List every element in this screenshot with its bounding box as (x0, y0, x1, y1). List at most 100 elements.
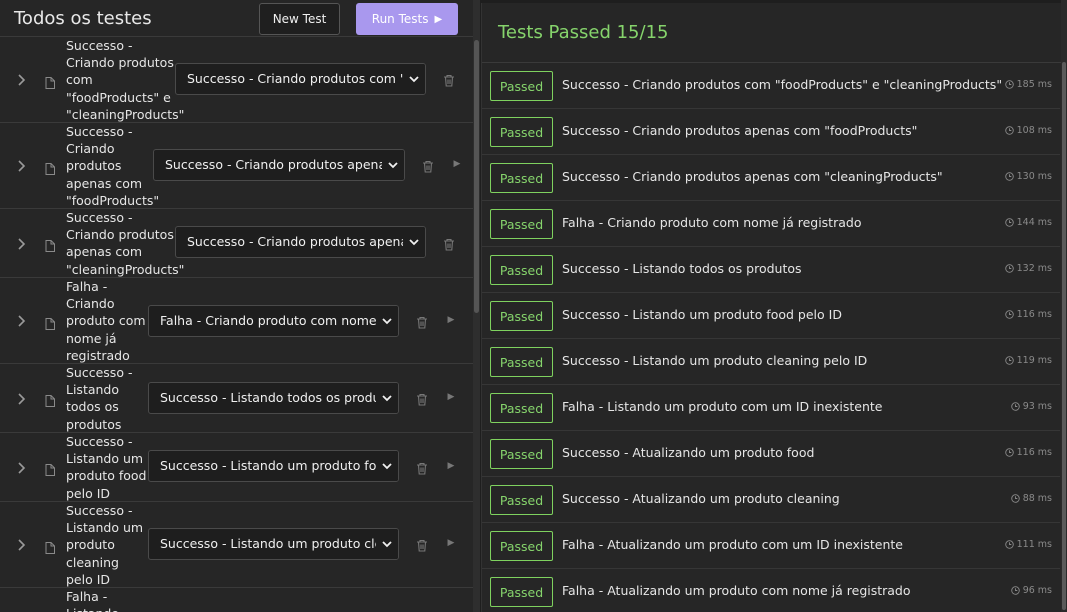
play-icon[interactable]: ▶ (446, 460, 456, 472)
test-name: Falha - Listando (66, 589, 119, 612)
play-icon[interactable]: ▶ (446, 537, 456, 549)
result-time: 185 ms (1004, 79, 1052, 90)
trash-icon[interactable] (443, 236, 455, 251)
test-select[interactable]: Falha - Criando produto com nome já regi… (148, 305, 399, 337)
clock-icon (1004, 356, 1014, 365)
trash-icon[interactable] (416, 460, 428, 475)
test-rows: Successo - Criando produtos com "foodPro… (0, 37, 474, 612)
file-icon (45, 160, 55, 175)
result-name: Falha - Atualizando um produto com nome … (562, 583, 911, 598)
test-select[interactable]: Successo - Criando produtos apenas com "… (175, 226, 426, 258)
result-row[interactable]: Passed Falha - Criando produto com nome … (482, 201, 1060, 247)
result-time-value: 119 ms (1016, 355, 1052, 366)
passed-badge: Passed (490, 71, 553, 101)
result-time: 132 ms (1004, 263, 1052, 274)
result-name: Successo - Listando um produto food pelo… (562, 307, 842, 322)
chevron-right-icon[interactable] (16, 538, 28, 552)
test-row: Successo - Listando um produto cleaning … (0, 502, 474, 588)
results-title: Tests Passed 15/15 (498, 22, 669, 43)
clock-icon (1010, 586, 1020, 595)
play-icon: ▶ (434, 13, 443, 25)
test-row: Successo - Listando um produto food pelo… (0, 433, 474, 502)
result-time-value: 88 ms (1022, 493, 1052, 504)
play-icon[interactable]: ▶ (452, 158, 462, 170)
trash-icon[interactable] (416, 537, 428, 552)
passed-badge: Passed (490, 577, 553, 607)
result-row[interactable]: Passed Successo - Listando todos os prod… (482, 247, 1060, 293)
result-row[interactable]: Passed Falha - Atualizando um produto co… (482, 523, 1060, 569)
result-row[interactable]: Passed Falha - Atualizando um produto co… (482, 569, 1060, 612)
new-test-button[interactable]: New Test (259, 3, 340, 35)
clock-icon (1004, 218, 1014, 227)
test-name: Successo - Listando um produto food pelo… (66, 434, 147, 501)
test-select-value: Successo - Criando produtos apenas com "… (165, 157, 404, 172)
test-select[interactable]: Successo - Listando um produto food pelo… (148, 450, 399, 482)
result-time-value: 108 ms (1016, 125, 1052, 136)
result-name: Falha - Criando produto com nome já regi… (562, 215, 862, 230)
passed-badge: Passed (490, 439, 553, 469)
test-select-value: Successo - Listando um produto food pelo… (160, 458, 398, 473)
run-tests-button[interactable]: Run Tests ▶ (356, 3, 458, 35)
result-row[interactable]: Passed Successo - Criando produtos apena… (482, 155, 1060, 201)
results-panel: Tests Passed 15/15 Passed Successo - Cri… (481, 3, 1061, 612)
clock-icon (1010, 494, 1020, 503)
chevron-right-icon[interactable] (16, 392, 28, 406)
result-time-value: 93 ms (1022, 401, 1052, 412)
left-scrollbar-thumb[interactable] (474, 40, 479, 313)
result-time-value: 96 ms (1022, 585, 1052, 596)
clock-icon (1004, 172, 1014, 181)
result-time-value: 132 ms (1016, 263, 1052, 274)
passed-badge: Passed (490, 209, 553, 239)
clock-icon (1004, 264, 1014, 273)
chevron-right-icon[interactable] (16, 461, 28, 475)
chevron-down-icon (376, 306, 398, 336)
trash-icon[interactable] (422, 158, 434, 173)
clock-icon (1004, 126, 1014, 135)
passed-badge: Passed (490, 531, 553, 561)
test-select[interactable]: Successo - Criando produtos apenas com "… (153, 149, 405, 181)
chevron-right-icon[interactable] (16, 314, 28, 328)
test-select[interactable]: Successo - Listando todos os produtos (148, 382, 399, 414)
result-row[interactable]: Passed Successo - Atualizando um produto… (482, 477, 1060, 523)
test-row: Successo - Listando todos os produtos Su… (0, 364, 474, 433)
result-name: Successo - Criando produtos com "foodPro… (562, 77, 1003, 92)
result-time: 111 ms (1004, 539, 1052, 550)
result-time: 144 ms (1004, 217, 1052, 228)
result-name: Successo - Criando produtos apenas com "… (562, 123, 918, 138)
passed-badge: Passed (490, 485, 553, 515)
result-row[interactable]: Passed Successo - Criando produtos apena… (482, 109, 1060, 155)
clock-icon (1004, 540, 1014, 549)
result-time: 116 ms (1004, 309, 1052, 320)
result-row[interactable]: Passed Successo - Atualizando um produto… (482, 431, 1060, 477)
result-name: Successo - Atualizando um produto cleani… (562, 491, 840, 506)
test-row: Successo - Criando produtos apenas com "… (0, 209, 474, 278)
file-icon (45, 74, 55, 89)
test-select-value: Successo - Criando produtos com "foodPro… (187, 71, 425, 86)
result-row[interactable]: Passed Successo - Listando um produto cl… (482, 339, 1060, 385)
right-scrollbar-thumb[interactable] (1062, 62, 1066, 610)
result-time: 88 ms (1010, 493, 1052, 504)
play-icon[interactable]: ▶ (446, 314, 456, 326)
result-time-value: 116 ms (1016, 447, 1052, 458)
trash-icon[interactable] (443, 72, 455, 87)
trash-icon[interactable] (416, 391, 428, 406)
test-name: Successo - Listando todos os produtos (66, 365, 133, 432)
result-time-value: 116 ms (1016, 309, 1052, 320)
test-select[interactable]: Successo - Criando produtos com "foodPro… (175, 63, 426, 95)
test-select[interactable]: Successo - Listando um produto cleaning … (148, 528, 399, 560)
chevron-right-icon[interactable] (16, 237, 28, 251)
result-time-value: 130 ms (1016, 171, 1052, 182)
result-time: 116 ms (1004, 447, 1052, 458)
chevron-down-icon (403, 227, 425, 257)
trash-icon[interactable] (416, 314, 428, 329)
result-row[interactable]: Passed Successo - Listando um produto fo… (482, 293, 1060, 339)
result-time: 108 ms (1004, 125, 1052, 136)
file-icon (45, 315, 55, 330)
chevron-right-icon[interactable] (16, 73, 28, 87)
chevron-right-icon[interactable] (16, 159, 28, 173)
play-icon[interactable]: ▶ (446, 391, 456, 403)
result-time: 96 ms (1010, 585, 1052, 596)
result-row[interactable]: Passed Falha - Listando um produto com u… (482, 385, 1060, 431)
result-row[interactable]: Passed Successo - Criando produtos com "… (482, 63, 1060, 109)
file-icon (45, 237, 55, 252)
